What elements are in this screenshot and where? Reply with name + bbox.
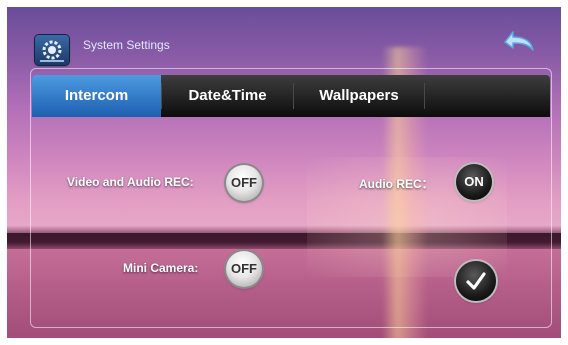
mini-camera-toggle[interactable]: OFF xyxy=(226,251,262,287)
video-audio-rec-label: Video and Audio REC: xyxy=(67,175,194,189)
app-title: System Settings xyxy=(83,38,170,52)
mini-camera-label: Mini Camera: xyxy=(123,261,199,275)
audio-rec-label: Audio REC： xyxy=(359,177,434,191)
tab-divider xyxy=(424,83,425,109)
video-audio-rec-state: OFF xyxy=(231,175,257,190)
tab-intercom[interactable]: Intercom xyxy=(32,75,161,117)
confirm-button[interactable] xyxy=(456,261,496,301)
mini-camera-state: OFF xyxy=(231,261,257,276)
settings-gear-icon xyxy=(35,35,69,65)
back-arrow-icon[interactable] xyxy=(501,26,537,56)
checkmark-icon xyxy=(466,272,486,290)
tab-bar: Intercom Date&Time Wallpapers xyxy=(32,75,550,117)
tab-wallpapers[interactable]: Wallpapers xyxy=(294,75,424,117)
tab-date-time[interactable]: Date&Time xyxy=(162,75,293,117)
title-bar: System Settings xyxy=(7,7,561,67)
audio-rec-toggle[interactable]: ON xyxy=(456,164,492,200)
video-audio-rec-toggle[interactable]: OFF xyxy=(226,165,262,201)
screen: System Settings Intercom Date&Time Wallp… xyxy=(7,7,561,338)
audio-rec-state: ON xyxy=(464,174,484,189)
